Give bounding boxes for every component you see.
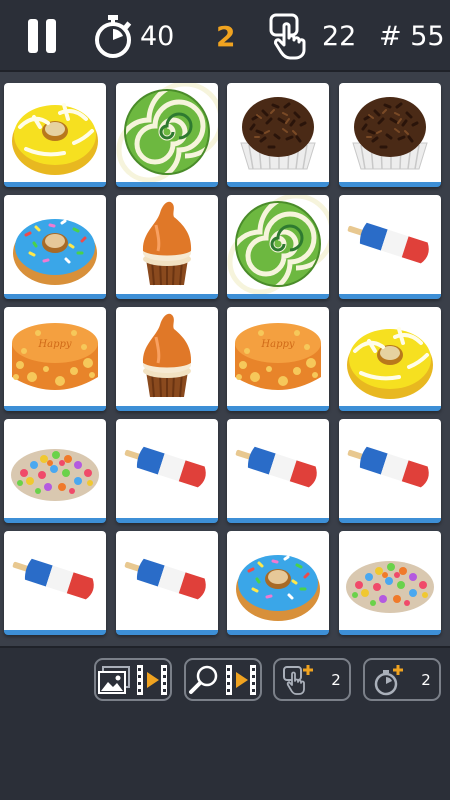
svg-text:Happy: Happy <box>37 339 71 350</box>
card-candy-pile[interactable] <box>339 531 441 635</box>
lollipop-swirl-icon <box>116 83 218 182</box>
video-play-icon <box>137 664 167 695</box>
magnifier-icon <box>189 665 218 694</box>
popsicle-icon <box>347 222 429 264</box>
card-blue-donut[interactable] <box>4 195 106 299</box>
card-popsicle[interactable] <box>116 531 218 635</box>
pairs-found: 2 <box>216 0 235 72</box>
level-number: # 55 <box>379 20 445 52</box>
tap-hand-icon <box>269 13 306 60</box>
birthday-cake-icon: Happy <box>12 323 98 390</box>
popsicle-icon <box>347 446 429 488</box>
card-popsicle[interactable] <box>339 195 441 299</box>
candy-pile-icon <box>346 561 434 613</box>
popsicle-icon <box>235 446 317 488</box>
card-orange-birthday-cake[interactable]: Happy <box>227 307 329 411</box>
candy-pile-icon <box>11 449 99 501</box>
card-yellow-donut[interactable] <box>4 83 106 187</box>
tap-hand-plus-icon <box>283 664 314 695</box>
popsicle-icon <box>124 558 206 600</box>
popsicle-icon <box>12 558 94 600</box>
card-orange-birthday-cake[interactable]: Happy <box>4 307 106 411</box>
hint-video-button[interactable] <box>184 658 262 701</box>
extra-time-count: 2 <box>421 670 431 689</box>
card-green-swirl-lollipop[interactable] <box>116 83 218 187</box>
card-candy-pile[interactable] <box>4 419 106 523</box>
extra-moves-button[interactable]: 2 <box>273 658 351 701</box>
card-yellow-donut[interactable] <box>339 307 441 411</box>
popsicle-icon <box>124 446 206 488</box>
svg-text:Happy: Happy <box>260 339 294 350</box>
moves-counter: 22 <box>268 0 356 72</box>
timer: 40 <box>92 0 174 72</box>
top-bar: 40 2 22 # 55 <box>0 0 450 72</box>
moves-count: 22 <box>322 20 357 52</box>
caramel-cupcake-icon <box>142 201 192 286</box>
chocolate-truffle-icon <box>352 97 428 170</box>
card-popsicle[interactable] <box>116 419 218 523</box>
reveal-video-button[interactable] <box>94 658 172 701</box>
chocolate-truffle-icon <box>240 97 316 170</box>
card-popsicle[interactable] <box>4 531 106 635</box>
video-play-icon <box>226 664 256 695</box>
pairs-count: 2 <box>216 19 236 53</box>
card-blue-donut[interactable] <box>227 531 329 635</box>
card-chocolate-truffle[interactable] <box>339 83 441 187</box>
card-caramel-cupcake[interactable] <box>116 195 218 299</box>
caramel-cupcake-icon <box>142 313 192 398</box>
card-chocolate-truffle[interactable] <box>227 83 329 187</box>
birthday-cake-icon: Happy <box>235 323 321 390</box>
blue-donut-icon <box>236 555 320 621</box>
extra-time-button[interactable]: 2 <box>363 658 441 701</box>
card-green-swirl-lollipop[interactable] <box>227 195 329 299</box>
bottom-bar: 2 2 <box>0 646 450 800</box>
card-board: Happy Happy <box>0 78 450 640</box>
picture-icon <box>98 665 130 694</box>
card-caramel-cupcake[interactable] <box>116 307 218 411</box>
pause-button[interactable] <box>28 0 64 72</box>
stopwatch-plus-icon <box>374 664 404 695</box>
blue-donut-icon <box>13 219 97 285</box>
pause-icon <box>28 19 38 53</box>
lollipop-swirl-icon <box>227 195 329 294</box>
card-popsicle[interactable] <box>227 419 329 523</box>
extra-moves-count: 2 <box>331 670 341 689</box>
yellow-donut-icon <box>347 327 433 399</box>
stopwatch-icon <box>95 15 132 58</box>
card-popsicle[interactable] <box>339 419 441 523</box>
yellow-donut-icon <box>12 103 98 175</box>
level-indicator: # 55 <box>379 0 445 72</box>
time-remaining: 40 <box>140 20 175 52</box>
